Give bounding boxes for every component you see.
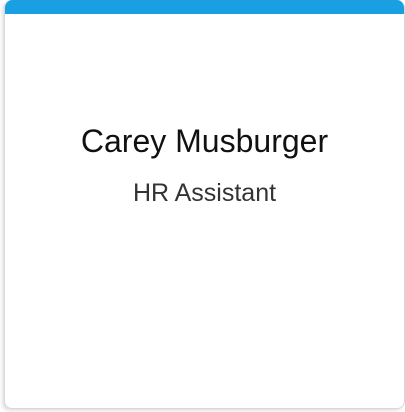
card-body: Carey Musburger HR Assistant [5, 121, 404, 209]
employee-card[interactable]: Carey Musburger HR Assistant [4, 0, 405, 409]
employee-job-title: HR Assistant [132, 179, 277, 207]
employee-name: Carey Musburger [80, 123, 329, 159]
card-accent-bar [5, 0, 404, 14]
